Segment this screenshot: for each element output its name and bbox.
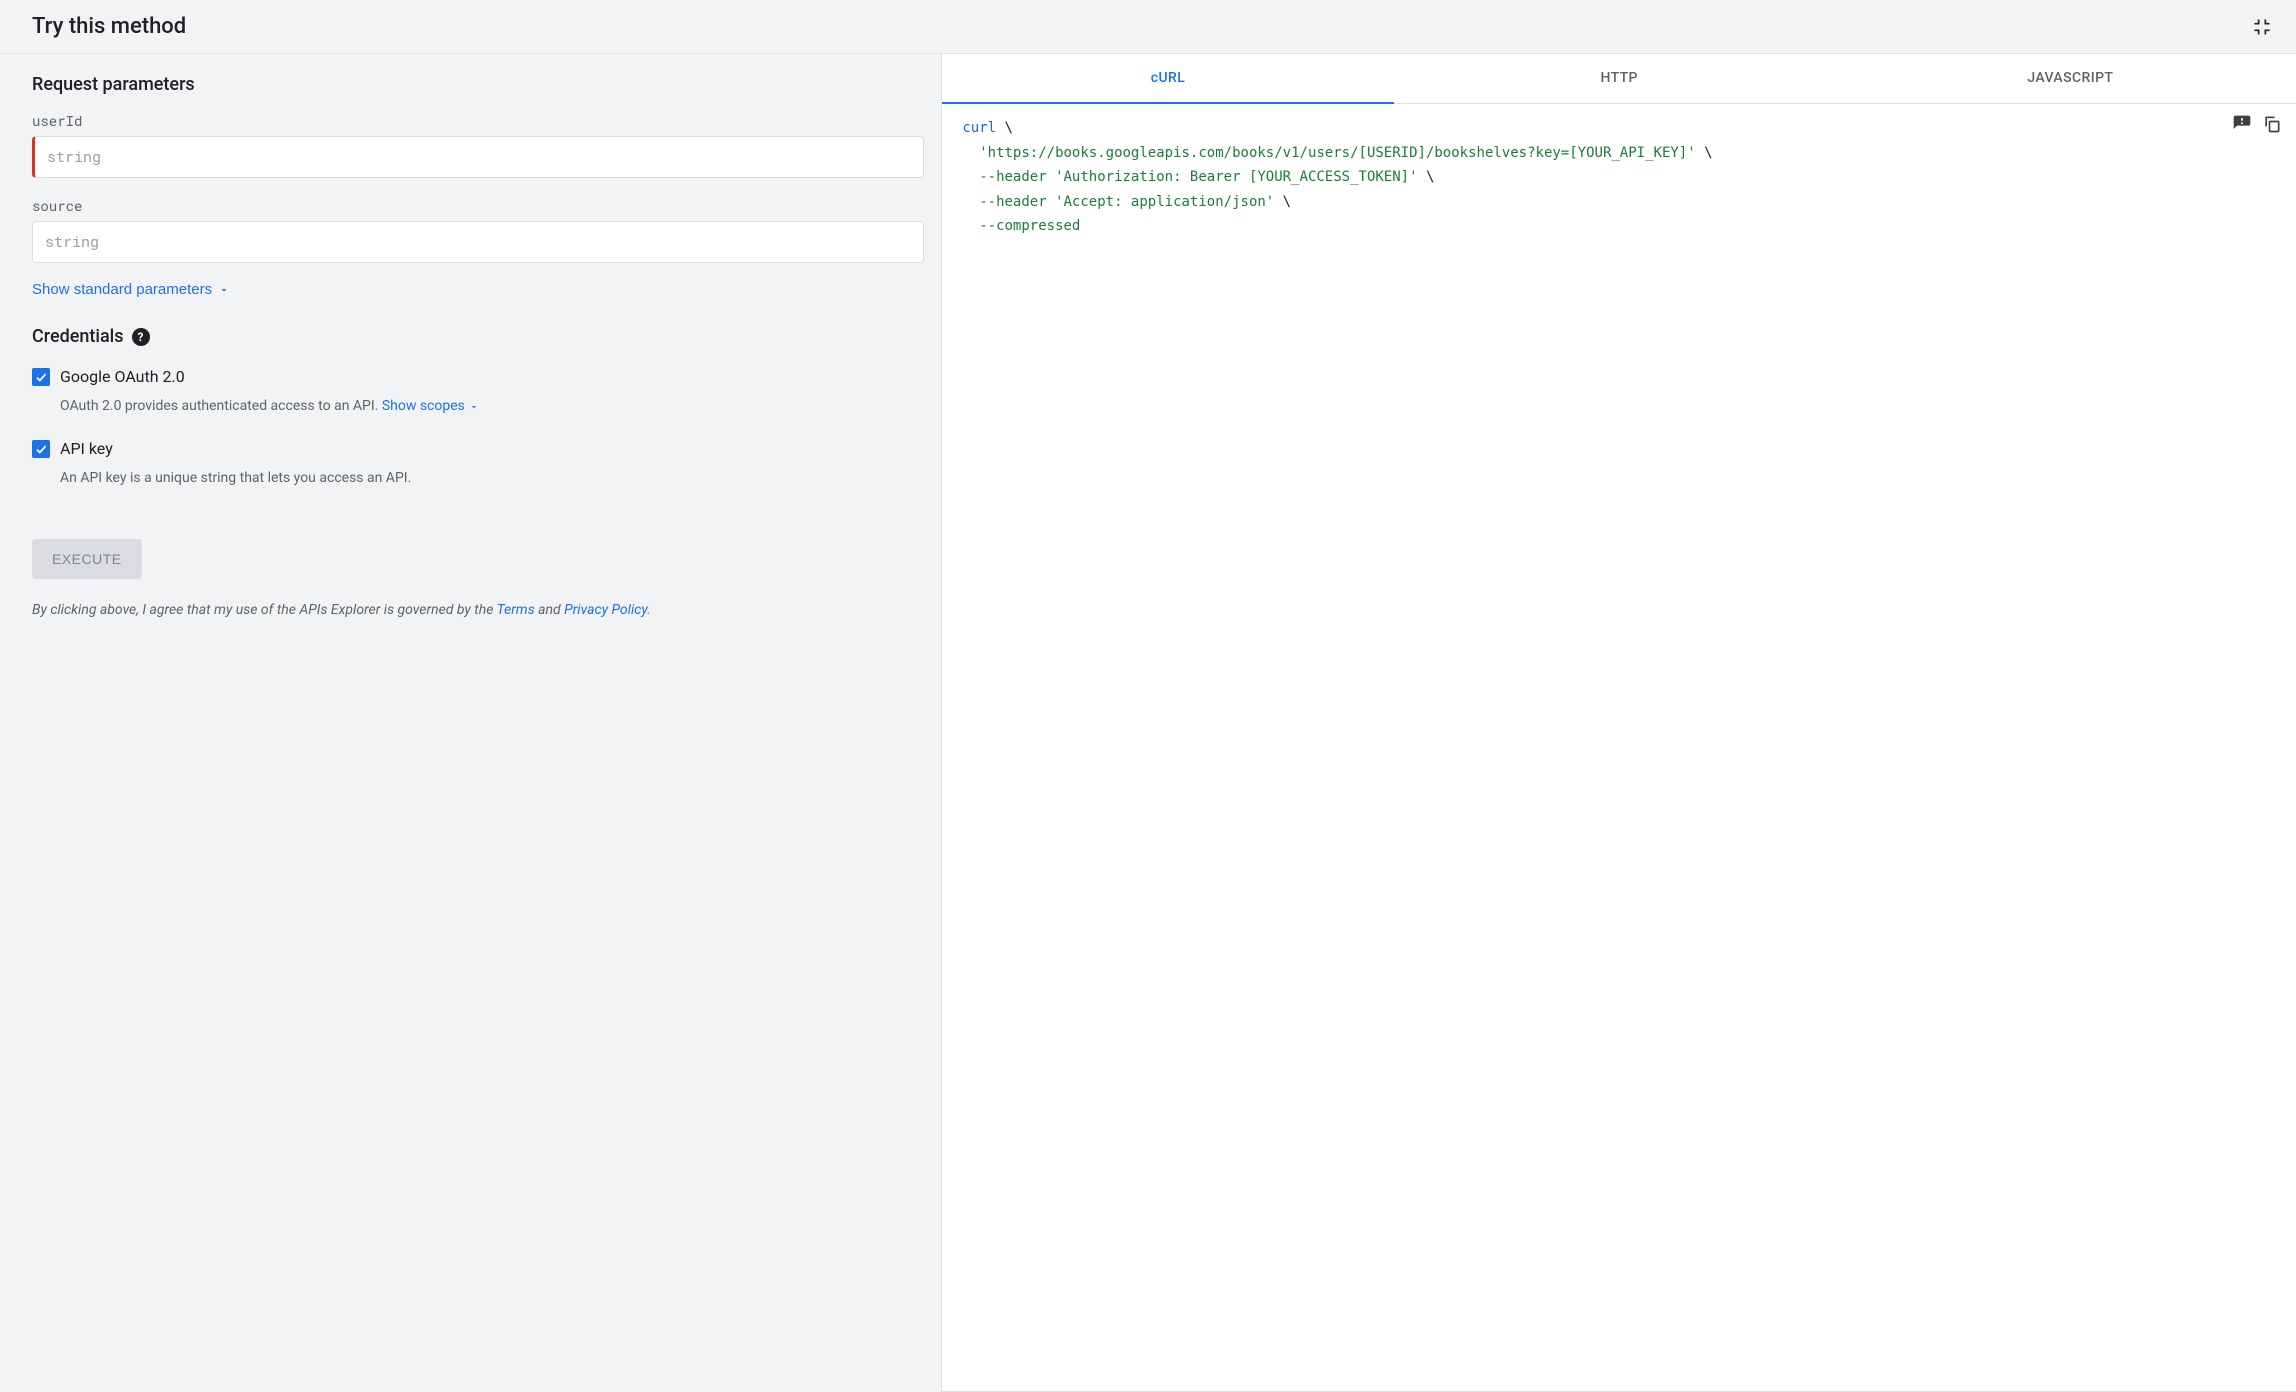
source-label: source: [32, 196, 924, 215]
copy-icon[interactable]: [2262, 114, 2282, 134]
credentials-heading: Credentials: [32, 326, 124, 347]
feedback-icon[interactable]: [2232, 114, 2252, 134]
show-standard-parameters-button[interactable]: Show standard parameters: [32, 281, 230, 298]
terms-link[interactable]: Terms: [497, 602, 535, 618]
apikey-label: API key: [60, 439, 113, 458]
show-standard-parameters-label: Show standard parameters: [32, 281, 212, 298]
chevron-down-icon: [469, 402, 479, 412]
source-input[interactable]: [32, 221, 924, 263]
help-icon[interactable]: ?: [132, 328, 150, 346]
tab-curl[interactable]: cURL: [942, 54, 1393, 104]
page-title: Try this method: [32, 14, 186, 39]
privacy-policy-link[interactable]: Privacy Policy: [564, 602, 647, 618]
apikey-description: An API key is a unique string that lets …: [60, 468, 924, 489]
request-parameters-heading: Request parameters: [32, 74, 924, 95]
oauth-description: OAuth 2.0 provides authenticated access …: [60, 398, 382, 414]
apikey-checkbox[interactable]: [32, 440, 50, 458]
tab-http[interactable]: HTTP: [1394, 54, 1845, 103]
oauth-checkbox[interactable]: [32, 368, 50, 386]
code-sample: curl \ 'https://books.googleapis.com/boo…: [942, 104, 2296, 1391]
collapse-fullscreen-icon[interactable]: [2252, 17, 2272, 37]
show-scopes-button[interactable]: Show scopes: [382, 396, 479, 417]
userid-label: userId: [32, 111, 924, 130]
execute-button[interactable]: EXECUTE: [32, 539, 142, 579]
tab-javascript[interactable]: JAVASCRIPT: [1845, 54, 2296, 103]
disclaimer-text: By clicking above, I agree that my use o…: [32, 599, 924, 621]
chevron-down-icon: [218, 284, 230, 296]
oauth-label: Google OAuth 2.0: [60, 367, 185, 386]
userid-input[interactable]: [32, 136, 924, 178]
